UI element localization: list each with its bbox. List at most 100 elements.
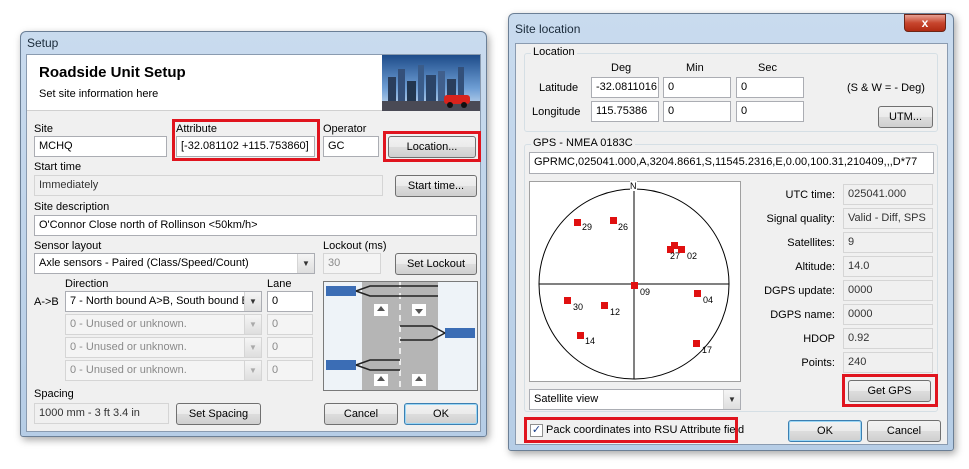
dgps-update-label: DGPS update: xyxy=(764,285,835,297)
chevron-down-icon: ▼ xyxy=(244,338,261,357)
location-group-label: Location xyxy=(531,46,577,58)
lane-field-1[interactable]: 0 xyxy=(267,291,313,312)
chevron-down-icon: ▼ xyxy=(244,315,261,334)
pack-coordinates-highlight-box xyxy=(524,417,738,443)
start-time-label: Start time xyxy=(34,161,82,173)
setup-header-title: Roadside Unit Setup xyxy=(39,64,186,81)
lockout-label: Lockout (ms) xyxy=(323,240,387,252)
site-location-ok-button[interactable]: OK xyxy=(788,420,862,442)
operator-label: Operator xyxy=(323,123,367,135)
hdop-label: HDOP xyxy=(803,333,835,345)
site-location-cancel-button[interactable]: Cancel xyxy=(867,420,941,442)
direction-select-4: 0 - Unused or unknown. ▼ xyxy=(65,360,262,381)
site-field[interactable]: MCHQ xyxy=(34,136,167,157)
direction-value-3: 0 - Unused or unknown. xyxy=(70,341,187,353)
view-select[interactable]: Satellite view ▼ xyxy=(529,389,741,410)
direction-select-1[interactable]: 7 - North bound A>B, South bound B ▼ xyxy=(65,291,262,312)
setup-header: Roadside Unit Setup Set site information… xyxy=(27,55,480,111)
satellites-field: 9 xyxy=(843,232,933,253)
sensor-layout-label: Sensor layout xyxy=(34,240,102,252)
view-select-value: Satellite view xyxy=(534,393,599,405)
utc-time-label: UTC time: xyxy=(785,189,836,201)
satellite-marker xyxy=(574,219,581,226)
setup-window: Setup Roadside Unit Setup Set site infor… xyxy=(20,31,487,437)
site-location-window-title: Site location xyxy=(515,22,581,36)
site-label: Site xyxy=(34,123,53,135)
satellite-label: 12 xyxy=(610,307,621,317)
sensor-layout-value: Axle sensors - Paired (Class/Speed/Count… xyxy=(39,257,249,269)
satellite-marker xyxy=(610,217,617,224)
dgps-name-label: DGPS name: xyxy=(770,309,835,321)
lockout-field: 30 xyxy=(323,253,381,274)
satellites-label: Satellites: xyxy=(787,237,835,249)
lane-label: Lane xyxy=(267,278,292,290)
satellite-label: 14 xyxy=(585,336,596,346)
chevron-down-icon: ▼ xyxy=(723,390,740,409)
gps-group-label: GPS - NMEA 0183C xyxy=(531,137,635,149)
latitude-label: Latitude xyxy=(539,82,579,94)
longitude-label: Longitude xyxy=(532,106,581,118)
satellite-marker xyxy=(601,302,608,309)
lane-field-3: 0 xyxy=(267,337,313,358)
direction-select-3: 0 - Unused or unknown. ▼ xyxy=(65,337,262,358)
set-spacing-button[interactable]: Set Spacing xyxy=(176,403,261,425)
satellite-marker xyxy=(694,290,701,297)
setup-cancel-button[interactable]: Cancel xyxy=(324,403,398,425)
chevron-down-icon: ▼ xyxy=(244,361,261,380)
signal-quality-label: Signal quality: xyxy=(766,213,836,225)
start-time-button[interactable]: Start time... xyxy=(395,175,477,197)
utc-time-field: 025041.000 xyxy=(843,184,933,205)
sign-note: (S & W = - Deg) xyxy=(847,82,925,94)
sensor-layout-select[interactable]: Axle sensors - Paired (Class/Speed/Count… xyxy=(34,253,315,274)
latitude-deg-field[interactable]: -32.0811016 xyxy=(591,77,659,98)
close-icon[interactable]: x xyxy=(904,14,946,32)
altitude-label: Altitude: xyxy=(795,261,835,273)
setup-client: Roadside Unit Setup Set site information… xyxy=(26,54,481,432)
site-description-label: Site description xyxy=(34,201,110,213)
city-banner-image xyxy=(382,55,480,111)
satellite-marker xyxy=(671,242,678,249)
points-field: 240 xyxy=(843,352,933,373)
satellite-label: 04 xyxy=(703,295,714,305)
start-time-field: Immediately xyxy=(34,175,383,196)
set-lockout-button[interactable]: Set Lockout xyxy=(395,253,477,275)
points-label: Points: xyxy=(801,357,835,369)
satellite-label: 09 xyxy=(640,287,651,297)
sensor-layout-diagram xyxy=(323,281,478,391)
satellite-plot: N 29 26 27 02 09 04 30 12 14 17 xyxy=(529,181,741,382)
compass-north-label: N xyxy=(630,181,637,191)
direction-label: Direction xyxy=(65,278,109,290)
setup-ok-button[interactable]: OK xyxy=(404,403,478,425)
deg-header: Deg xyxy=(611,62,632,74)
direction-value-4: 0 - Unused or unknown. xyxy=(70,364,187,376)
site-location-window: Site location x Location Deg Min Sec Lat… xyxy=(508,13,954,451)
min-header: Min xyxy=(686,62,704,74)
longitude-deg-field[interactable]: 115.75386 xyxy=(591,101,659,122)
get-gps-highlight-box xyxy=(842,374,938,407)
nmea-sentence-field[interactable]: GPRMC,025041.000,A,3204.8661,S,11545.231… xyxy=(529,152,934,174)
satellite-label: 02 xyxy=(687,251,698,261)
setup-window-title: Setup xyxy=(27,36,59,50)
satellite-marker xyxy=(631,282,638,289)
direction-value-1: 7 - North bound A>B, South bound B xyxy=(70,295,249,307)
sec-header: Sec xyxy=(758,62,777,74)
satellite-marker xyxy=(577,332,584,339)
hdop-field: 0.92 xyxy=(843,328,933,349)
operator-field[interactable]: GC xyxy=(323,136,379,157)
chevron-down-icon: ▼ xyxy=(297,254,314,273)
latitude-sec-field[interactable]: 0 xyxy=(736,77,804,98)
utm-button[interactable]: UTM... xyxy=(878,106,933,128)
altitude-field: 14.0 xyxy=(843,256,933,277)
spacing-label: Spacing xyxy=(34,388,74,400)
site-location-client: Location Deg Min Sec Latitude -32.081101… xyxy=(515,43,948,445)
satellite-label: 30 xyxy=(573,302,584,312)
longitude-min-field[interactable]: 0 xyxy=(663,101,731,122)
setup-header-subtitle: Set site information here xyxy=(39,88,159,100)
dgps-name-field: 0000 xyxy=(843,304,933,325)
site-description-field[interactable]: O'Connor Close north of Rollinson <50km/… xyxy=(34,215,477,236)
satellite-marker xyxy=(678,246,685,253)
latitude-min-field[interactable]: 0 xyxy=(663,77,731,98)
satellite-label: 17 xyxy=(702,345,713,355)
longitude-sec-field[interactable]: 0 xyxy=(736,101,804,122)
attribute-highlight-box xyxy=(172,119,320,161)
